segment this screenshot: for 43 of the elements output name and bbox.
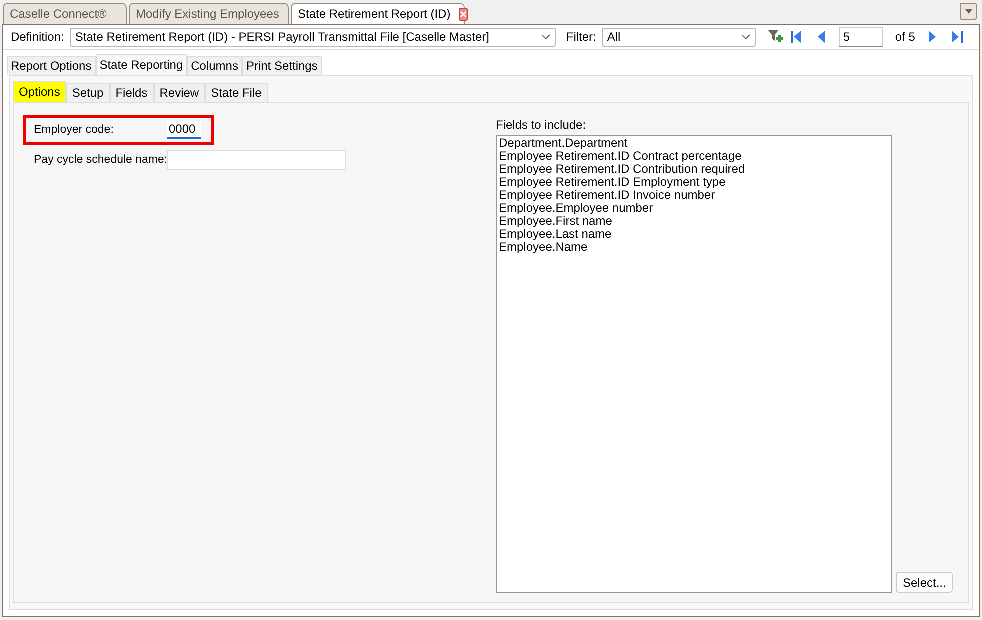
list-item[interactable]: Employee Retirement.ID Invoice number [499, 189, 889, 202]
list-item[interactable]: Employee.Name [499, 241, 889, 254]
chevron-down-icon[interactable] [741, 34, 752, 40]
list-item[interactable]: Employee.Employee number [499, 202, 889, 215]
record-number-field[interactable]: 5 [839, 27, 884, 47]
filter-add-icon[interactable] [768, 30, 784, 44]
filter-dropdown[interactable]: All [602, 28, 756, 46]
list-item[interactable]: Department.Department [499, 137, 889, 150]
document-tab[interactable]: Caselle Connect® [3, 3, 127, 24]
subtab[interactable]: Setup [66, 83, 110, 102]
first-record-icon[interactable] [791, 31, 802, 43]
next-record-icon[interactable] [929, 31, 936, 43]
input-field[interactable]: 0000 [167, 121, 201, 139]
list-item[interactable]: Employee Retirement.ID Contribution required [499, 163, 889, 176]
filter-label: Filter: [566, 30, 596, 44]
dropdown-menu-button[interactable] [960, 3, 977, 20]
subtab[interactable]: Fields [110, 83, 154, 102]
field-label: Pay cycle schedule name: [34, 154, 167, 166]
previous-record-icon[interactable] [818, 31, 826, 43]
chevron-down-icon[interactable] [541, 34, 552, 40]
definition-label: Definition: [11, 30, 64, 44]
fields-to-include-label: Fields to include: [496, 118, 588, 132]
tab[interactable]: State Reporting [96, 54, 188, 75]
document-tab[interactable]: Modify Existing Employees [129, 3, 289, 24]
subtab[interactable]: State File [205, 83, 268, 102]
tab[interactable]: Report Options [7, 56, 96, 75]
subtab[interactable]: Review [154, 83, 206, 102]
list-item[interactable]: Employee.Last name [499, 228, 889, 241]
field-label: Employer code: [34, 124, 115, 136]
list-item[interactable]: Employee Retirement.ID Contract percentage [499, 150, 889, 163]
close-icon[interactable] [458, 8, 468, 20]
select-button[interactable]: Select... [896, 572, 954, 593]
caret-icon [964, 9, 972, 14]
document-tab[interactable]: State Retirement Report (ID) [291, 3, 465, 24]
definition-dropdown[interactable]: State Retirement Report (ID) - PERSI Payroll Transmittal File [Caselle Master] [70, 28, 556, 46]
list-item[interactable]: Employee.First name [499, 215, 889, 228]
last-record-icon[interactable] [952, 31, 964, 43]
list-item[interactable]: Employee Retirement.ID Employment type [499, 176, 889, 189]
subtab[interactable]: Options [13, 81, 66, 102]
tab[interactable]: Print Settings [242, 56, 322, 75]
tab[interactable]: Columns [187, 56, 242, 75]
input-field[interactable] [167, 150, 346, 170]
record-total-label: of 5 [895, 30, 916, 44]
